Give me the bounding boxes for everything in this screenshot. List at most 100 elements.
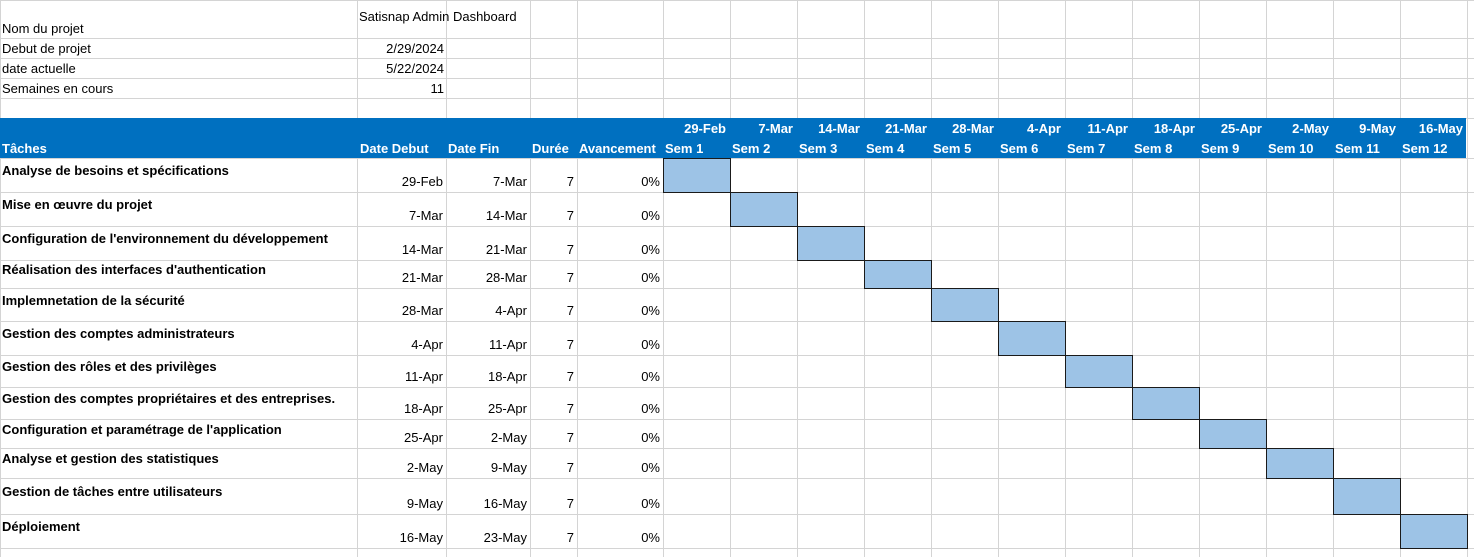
current-date-label[interactable]: date actuelle bbox=[2, 61, 76, 77]
task-duration[interactable]: 7 bbox=[530, 208, 574, 224]
task-duration[interactable]: 7 bbox=[530, 369, 574, 385]
week-number-header[interactable]: Sem 8 bbox=[1134, 141, 1172, 157]
task-progress[interactable]: 0% bbox=[577, 369, 660, 385]
week-number-header[interactable]: Sem 6 bbox=[1000, 141, 1038, 157]
header-end-date[interactable]: Date Fin bbox=[448, 141, 499, 157]
gantt-bar[interactable] bbox=[1132, 387, 1200, 420]
task-end-date[interactable]: 11-Apr bbox=[446, 337, 527, 353]
current-date-value[interactable]: 5/22/2024 bbox=[357, 61, 444, 77]
task-end-date[interactable]: 21-Mar bbox=[446, 242, 527, 258]
gantt-bar[interactable] bbox=[998, 321, 1066, 356]
task-duration[interactable]: 7 bbox=[530, 337, 574, 353]
task-end-date[interactable]: 18-Apr bbox=[446, 369, 527, 385]
gantt-bar[interactable] bbox=[931, 288, 999, 322]
week-date-header[interactable]: 21-Mar bbox=[864, 121, 927, 137]
week-number-header[interactable]: Sem 4 bbox=[866, 141, 904, 157]
task-name[interactable]: Réalisation des interfaces d'authenticat… bbox=[2, 262, 266, 278]
week-number-header[interactable]: Sem 2 bbox=[732, 141, 770, 157]
week-date-header[interactable]: 18-Apr bbox=[1132, 121, 1195, 137]
task-start-date[interactable]: 9-May bbox=[357, 496, 443, 512]
project-name-value[interactable]: Satisnap Admin Dashboard bbox=[359, 9, 517, 25]
task-duration[interactable]: 7 bbox=[530, 303, 574, 319]
task-name[interactable]: Gestion des rôles et des privilèges bbox=[2, 359, 217, 375]
task-start-date[interactable]: 21-Mar bbox=[357, 270, 443, 286]
gantt-bar[interactable] bbox=[1266, 448, 1334, 479]
task-progress[interactable]: 0% bbox=[577, 242, 660, 258]
task-duration[interactable]: 7 bbox=[530, 430, 574, 446]
task-name[interactable]: Mise en œuvre du projet bbox=[2, 197, 152, 213]
week-date-header[interactable]: 4-Apr bbox=[998, 121, 1061, 137]
task-start-date[interactable]: 7-Mar bbox=[357, 208, 443, 224]
task-progress[interactable]: 0% bbox=[577, 430, 660, 446]
task-name[interactable]: Configuration et paramétrage de l'applic… bbox=[2, 422, 282, 438]
task-start-date[interactable]: 2-May bbox=[357, 460, 443, 476]
task-start-date[interactable]: 28-Mar bbox=[357, 303, 443, 319]
project-start-value[interactable]: 2/29/2024 bbox=[357, 41, 444, 57]
weeks-in-progress-value[interactable]: 11 bbox=[357, 81, 445, 97]
week-date-header[interactable]: 29-Feb bbox=[663, 121, 726, 137]
header-progress[interactable]: Avancement bbox=[579, 141, 656, 157]
task-name[interactable]: Analyse de besoins et spécifications bbox=[2, 163, 229, 179]
gantt-bar[interactable] bbox=[1065, 355, 1133, 388]
header-task[interactable]: Tâches bbox=[2, 141, 47, 157]
task-start-date[interactable]: 4-Apr bbox=[357, 337, 443, 353]
week-number-header[interactable]: Sem 7 bbox=[1067, 141, 1105, 157]
task-end-date[interactable]: 9-May bbox=[446, 460, 527, 476]
task-end-date[interactable]: 2-May bbox=[446, 430, 527, 446]
task-start-date[interactable]: 25-Apr bbox=[357, 430, 443, 446]
task-name[interactable]: Analyse et gestion des statistiques bbox=[2, 451, 219, 467]
gantt-bar[interactable] bbox=[1400, 514, 1468, 549]
task-duration[interactable]: 7 bbox=[530, 174, 574, 190]
week-date-header[interactable]: 16-May bbox=[1400, 121, 1463, 137]
task-duration[interactable]: 7 bbox=[530, 530, 574, 546]
task-duration[interactable]: 7 bbox=[530, 270, 574, 286]
week-number-header[interactable]: Sem 10 bbox=[1268, 141, 1314, 157]
task-start-date[interactable]: 11-Apr bbox=[357, 369, 443, 385]
task-duration[interactable]: 7 bbox=[530, 401, 574, 417]
task-progress[interactable]: 0% bbox=[577, 530, 660, 546]
task-end-date[interactable]: 7-Mar bbox=[446, 174, 527, 190]
gantt-bar[interactable] bbox=[663, 158, 731, 193]
task-end-date[interactable]: 4-Apr bbox=[446, 303, 527, 319]
task-progress[interactable]: 0% bbox=[577, 401, 660, 417]
gantt-bar[interactable] bbox=[730, 192, 798, 227]
task-end-date[interactable]: 23-May bbox=[446, 530, 527, 546]
header-start-date[interactable]: Date Debut bbox=[360, 141, 429, 157]
task-end-date[interactable]: 25-Apr bbox=[446, 401, 527, 417]
header-duration[interactable]: Durée bbox=[532, 141, 569, 157]
gantt-bar[interactable] bbox=[797, 226, 865, 261]
week-date-header[interactable]: 14-Mar bbox=[797, 121, 860, 137]
task-duration[interactable]: 7 bbox=[530, 242, 574, 258]
week-number-header[interactable]: Sem 3 bbox=[799, 141, 837, 157]
task-progress[interactable]: 0% bbox=[577, 496, 660, 512]
week-number-header[interactable]: Sem 11 bbox=[1335, 141, 1380, 157]
task-name[interactable]: Gestion des comptes administrateurs bbox=[2, 326, 235, 342]
task-progress[interactable]: 0% bbox=[577, 303, 660, 319]
task-end-date[interactable]: 28-Mar bbox=[446, 270, 527, 286]
gantt-bar[interactable] bbox=[1199, 419, 1267, 449]
weeks-in-progress-label[interactable]: Semaines en cours bbox=[2, 81, 113, 97]
week-date-header[interactable]: 11-Apr bbox=[1065, 121, 1128, 137]
task-end-date[interactable]: 14-Mar bbox=[446, 208, 527, 224]
task-duration[interactable]: 7 bbox=[530, 460, 574, 476]
task-progress[interactable]: 0% bbox=[577, 270, 660, 286]
task-name[interactable]: Déploiement bbox=[2, 519, 80, 535]
week-date-header[interactable]: 28-Mar bbox=[931, 121, 994, 137]
task-start-date[interactable]: 16-May bbox=[357, 530, 443, 546]
task-name[interactable]: Implemnetation de la sécurité bbox=[2, 293, 185, 309]
task-name[interactable]: Configuration de l'environnement du déve… bbox=[2, 231, 328, 247]
task-name[interactable]: Gestion des comptes propriétaires et des… bbox=[2, 391, 335, 407]
week-number-header[interactable]: Sem 1 bbox=[665, 141, 703, 157]
task-duration[interactable]: 7 bbox=[530, 496, 574, 512]
week-number-header[interactable]: Sem 12 bbox=[1402, 141, 1448, 157]
task-end-date[interactable]: 16-May bbox=[446, 496, 527, 512]
project-start-label[interactable]: Debut de projet bbox=[2, 41, 91, 57]
task-progress[interactable]: 0% bbox=[577, 460, 660, 476]
week-number-header[interactable]: Sem 5 bbox=[933, 141, 971, 157]
task-start-date[interactable]: 18-Apr bbox=[357, 401, 443, 417]
week-date-header[interactable]: 9-May bbox=[1333, 121, 1396, 137]
task-progress[interactable]: 0% bbox=[577, 174, 660, 190]
week-date-header[interactable]: 7-Mar bbox=[730, 121, 793, 137]
task-start-date[interactable]: 14-Mar bbox=[357, 242, 443, 258]
task-progress[interactable]: 0% bbox=[577, 208, 660, 224]
